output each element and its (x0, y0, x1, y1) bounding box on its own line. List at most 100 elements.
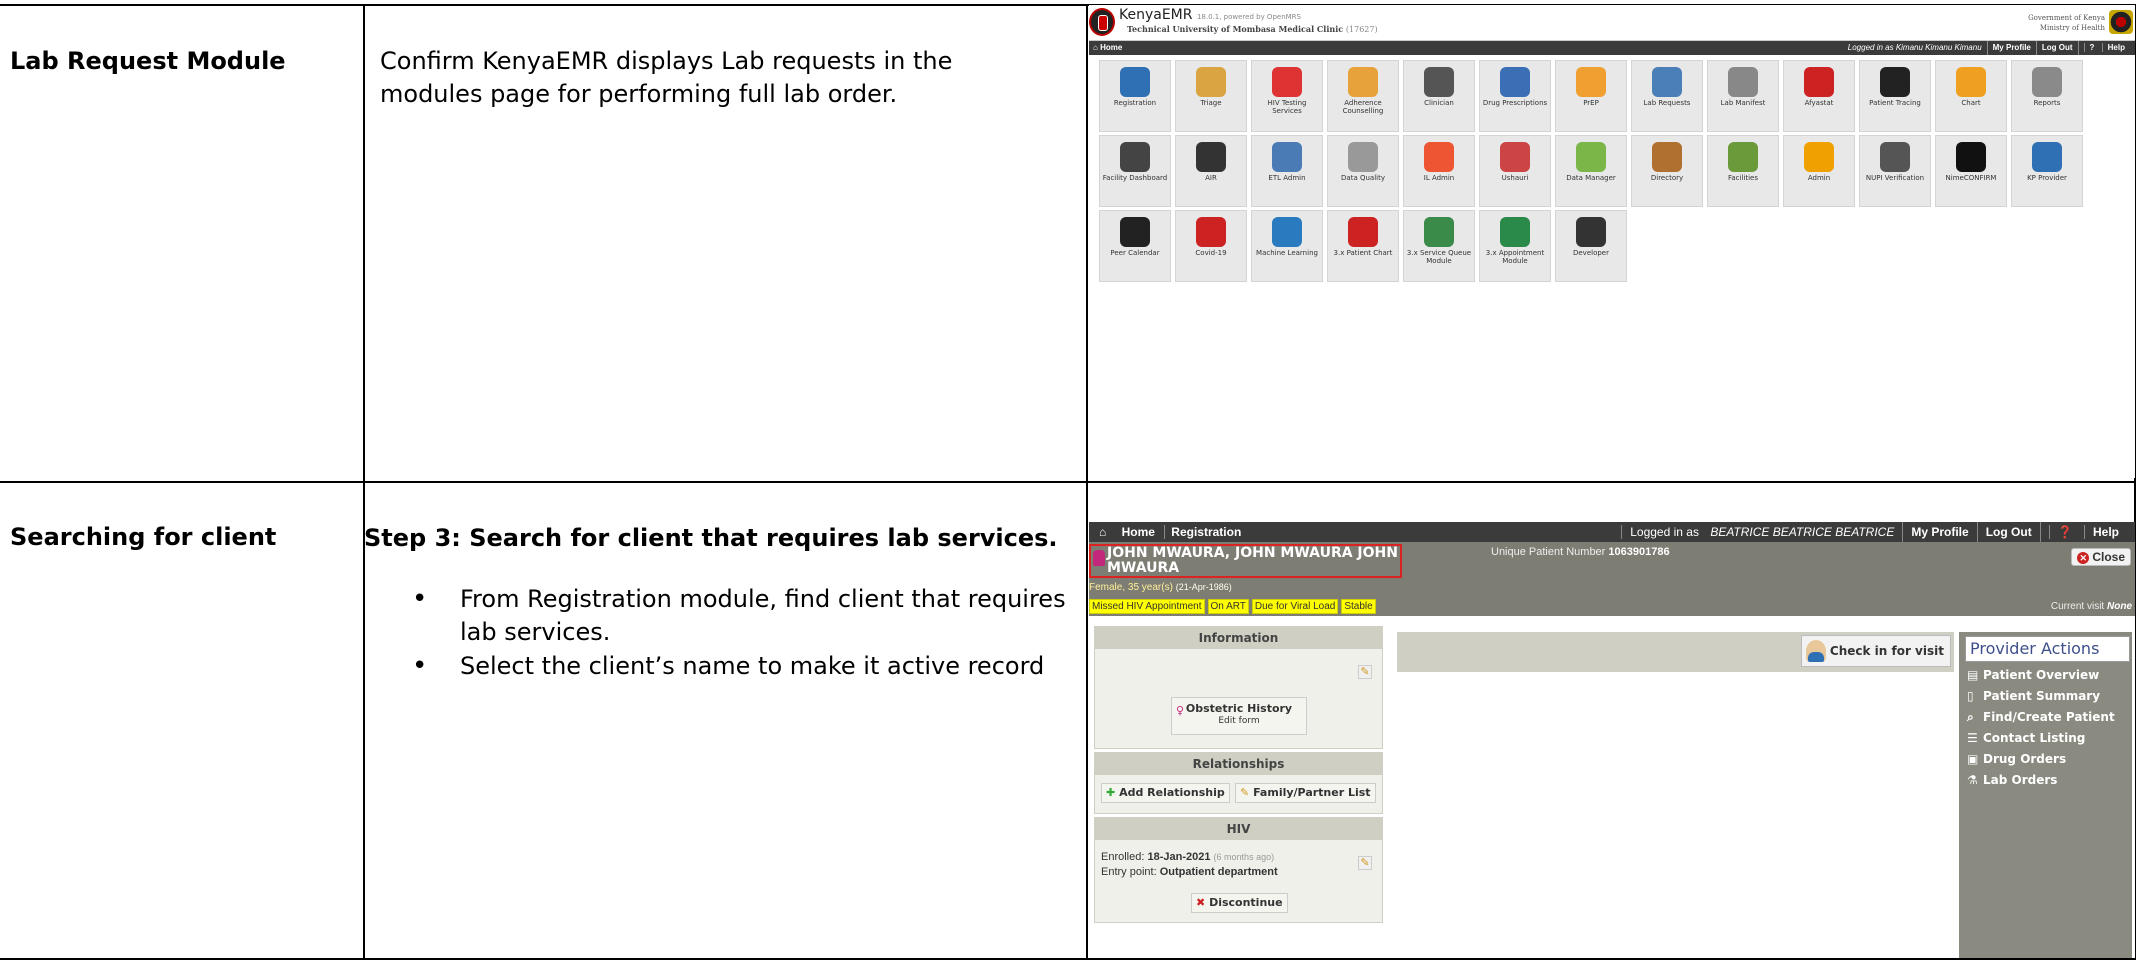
log-out-link[interactable]: Log Out (2035, 41, 2078, 55)
app-tile[interactable]: Drug Prescriptions (1479, 60, 1551, 132)
provider-actions-panel: Provider Actions ▤ Patient Overview ▯ Patie… (1959, 632, 2132, 958)
home-screenshot: KenyaEMR 18.0.1, powered by OpenMRS Tech… (1089, 5, 2135, 478)
obstetric-history-button[interactable]: ♀ Obstetric History Edit form (1171, 697, 1307, 735)
help-link[interactable]: ❓ Help (2039, 522, 2135, 542)
registration-screenshot: ⌂ Home Registration Logged in as BEATRIC… (1089, 522, 2135, 958)
hiv-title: HIV (1095, 818, 1382, 840)
help-label: Help (2101, 43, 2130, 52)
app-tile[interactable]: Registration (1099, 60, 1171, 132)
app-tile[interactable]: Chart (1935, 60, 2007, 132)
help-icon: ❓ (2048, 525, 2081, 539)
app-tile[interactable]: KP Provider (2011, 135, 2083, 207)
doctor-icon (1424, 67, 1454, 97)
patient-name[interactable]: JOHN MWAURA, JOHN MWAURA JOHN MWAURA (1089, 544, 1402, 578)
app-tile[interactable]: Afyastat (1783, 60, 1855, 132)
app-tile[interactable]: AIR (1175, 135, 1247, 207)
app-tile[interactable]: Peer Calendar (1099, 210, 1171, 282)
discontinue-button[interactable]: ✖ Discontinue (1191, 893, 1288, 913)
flag-badge: Missed HIV Appointment (1089, 599, 1205, 614)
app-label: Lab Manifest (1720, 99, 1766, 107)
app-tile[interactable]: Admin (1783, 135, 1855, 207)
visit-bar: Check in for visit (1397, 632, 1954, 672)
app-tile[interactable]: Data Manager (1555, 135, 1627, 207)
app-tile[interactable]: 3.x Patient Chart (1327, 210, 1399, 282)
hiv-enrollment: Enrolled: 18-Jan-2021 (6 months ago) Ent… (1101, 850, 1278, 880)
app-tile[interactable]: Facility Dashboard (1099, 135, 1171, 207)
app-label: 3.x Appointment Module (1485, 249, 1545, 265)
provider-action-label: Drug Orders (1983, 752, 2067, 766)
app-tile[interactable]: Adherence Counselling (1327, 60, 1399, 132)
app-tile[interactable]: Lab Requests (1631, 60, 1703, 132)
app-tile[interactable]: Patient Tracing (1859, 60, 1931, 132)
app-label: Patient Tracing (1869, 99, 1921, 107)
information-title: Information (1095, 627, 1382, 649)
app-tile[interactable]: Developer (1555, 210, 1627, 282)
afyastat-icon (1804, 67, 1834, 97)
app-tile[interactable]: Data Quality (1327, 135, 1399, 207)
brand-name: KenyaEMR (1119, 7, 1193, 23)
app-label: ETL Admin (1268, 174, 1306, 182)
app-tile[interactable]: NUPI Verification (1859, 135, 1931, 207)
check-in-button[interactable]: Check in for visit (1800, 635, 1951, 667)
nav-home[interactable]: Home (1116, 525, 1161, 539)
provider-action-link[interactable]: ⚗ Lab Orders (1965, 773, 2132, 787)
close-button[interactable]: ✕ Close (2071, 548, 2131, 566)
log-out-link[interactable]: Log Out (1976, 522, 2040, 542)
my-profile-link[interactable]: My Profile (1986, 41, 2036, 55)
provider-action-label: Lab Orders (1983, 773, 2058, 787)
family-list-button[interactable]: ✎ Family/Partner List (1235, 783, 1376, 803)
app-label: Lab Requests (1643, 99, 1691, 107)
app-tile[interactable]: Clinician (1403, 60, 1475, 132)
nav-registration[interactable]: Registration (1164, 525, 1248, 539)
briefcase-icon: ▣ (1967, 752, 1979, 766)
app-tile[interactable]: HIV Testing Services (1251, 60, 1323, 132)
discontinue-icon: ✖ (1196, 896, 1206, 909)
my-profile-link[interactable]: My Profile (1902, 522, 1976, 542)
app-tile[interactable]: PrEP (1555, 60, 1627, 132)
provider-action-link[interactable]: ▤ Patient Overview (1965, 668, 2132, 682)
app-label: Drug Prescriptions (1482, 99, 1548, 107)
flask-icon: ⚗ (1967, 773, 1978, 787)
provider-action-label: Patient Overview (1983, 668, 2100, 682)
app-tile[interactable]: Covid-19 (1175, 210, 1247, 282)
edit-pencil-icon[interactable]: ✎ (1358, 856, 1372, 870)
list-item: Select the client’s name to make it acti… (364, 650, 1084, 683)
app-label: Chart (1961, 99, 1981, 107)
app-tile[interactable]: 3.x Service Queue Module (1403, 210, 1475, 282)
app-tile[interactable]: IL Admin (1403, 135, 1475, 207)
close-icon: ✕ (2077, 552, 2090, 564)
provider-action-link[interactable]: ☰ Contact Listing (1965, 731, 2132, 745)
app-header: KenyaEMR 18.0.1, powered by OpenMRS Tech… (1089, 5, 2135, 41)
app-tile[interactable]: ETL Admin (1251, 135, 1323, 207)
nav-home[interactable]: Home (1100, 43, 1122, 52)
app-tile[interactable]: NimeCONFIRM (1935, 135, 2007, 207)
app-tile[interactable]: Lab Manifest (1707, 60, 1779, 132)
provider-action-link[interactable]: ⌕ Find/Create Patient (1965, 710, 2132, 724)
app-tile[interactable]: Machine Learning (1251, 210, 1323, 282)
provider-action-link[interactable]: ▣ Drug Orders (1965, 752, 2132, 766)
logged-in-prefix: Logged in as (1621, 525, 1707, 539)
laptop-icon (1576, 217, 1606, 247)
provider-action-link[interactable]: ▯ Patient Summary (1965, 689, 2132, 703)
obstetric-title: Obstetric History (1185, 702, 1293, 715)
address-book-icon (1652, 142, 1682, 172)
row1-description: Confirm KenyaEMR displays Lab requests i… (380, 47, 953, 108)
add-relationship-button[interactable]: ✚ Add Relationship (1101, 783, 1230, 803)
app-label: Ushauri (1501, 174, 1529, 182)
table-col-divider-2 (1086, 4, 1088, 960)
app-tile[interactable]: Facilities (1707, 135, 1779, 207)
app-tile[interactable]: Ushauri (1479, 135, 1551, 207)
help-link[interactable]: ? Help (2077, 41, 2135, 55)
app-label: Clinician (1424, 99, 1454, 107)
app-tile[interactable]: Triage (1175, 60, 1247, 132)
top-nav: ⌂ Home Logged in as Kimanu Kimanu Kimanu… (1089, 41, 2135, 55)
brain-icon (1272, 217, 1302, 247)
help-label: Help (2083, 525, 2127, 539)
edit-pencil-icon[interactable]: ✎ (1358, 665, 1372, 679)
table-row-divider (0, 481, 2136, 483)
enrolled-label: Enrolled: (1101, 851, 1145, 863)
app-tile[interactable]: 3.x Appointment Module (1479, 210, 1551, 282)
app-tile[interactable]: Directory (1631, 135, 1703, 207)
app-tile[interactable]: Reports (2011, 60, 2083, 132)
information-panel: Information ✎ ♀ Obstetric History Edit f… (1094, 626, 1383, 749)
